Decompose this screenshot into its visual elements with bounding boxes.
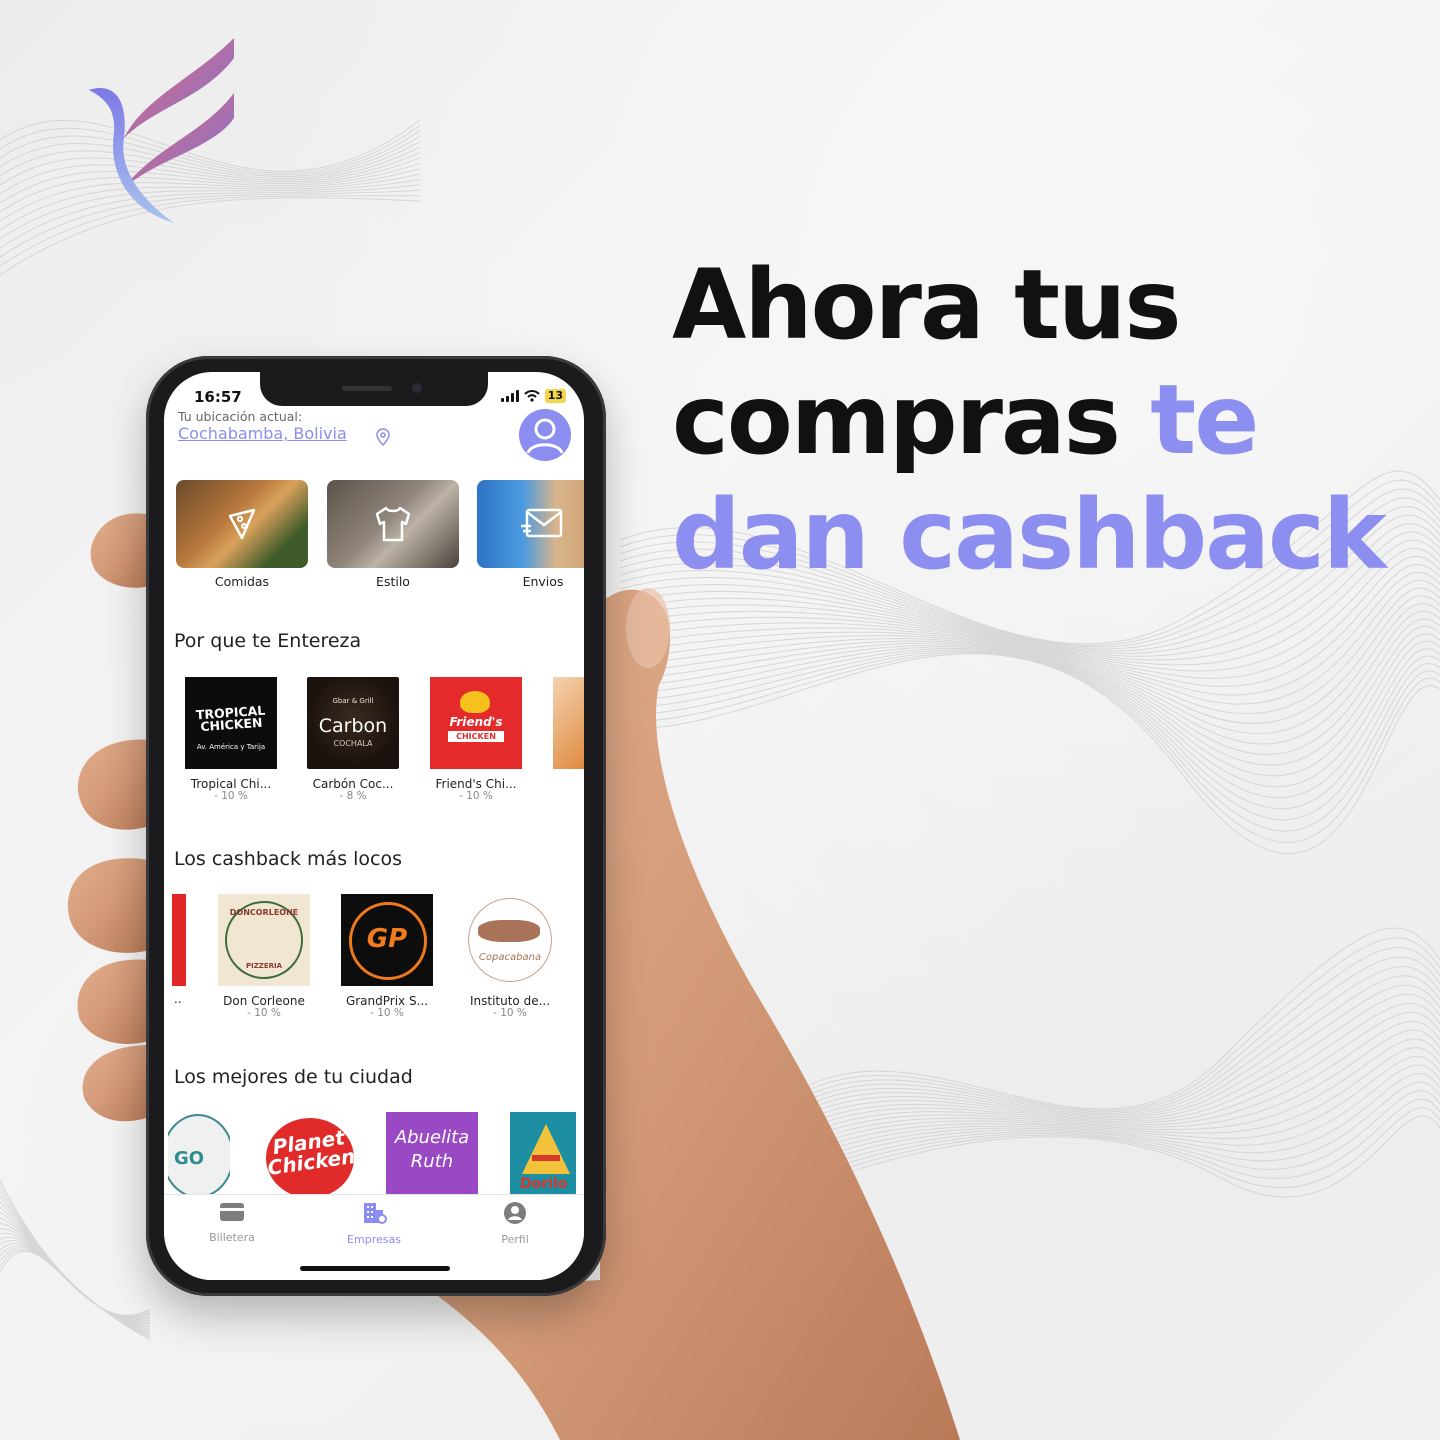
logo-text: PIZZERIA xyxy=(245,962,283,970)
business-card[interactable]: TROPICAL CHICKEN Av. América y Tarija Tr… xyxy=(185,677,277,802)
business-logo: Gbar & Grill Carbon COCHALA xyxy=(307,677,399,769)
logo-text: DONCORLEONE xyxy=(229,908,299,917)
category-image xyxy=(176,480,308,568)
phone-notch xyxy=(260,372,488,406)
business-card[interactable]: Copacabana Instituto de... - 10 % xyxy=(464,894,556,1019)
business-card-partial[interactable] xyxy=(172,894,186,986)
business-discount: - 10 % xyxy=(370,1007,404,1019)
business-card-partial[interactable]: GO xyxy=(168,1114,230,1194)
business-name: Don Corleone xyxy=(223,994,305,1008)
battery-icon: 13 xyxy=(544,389,566,403)
logo-text: Ruth xyxy=(410,1151,454,1172)
logo-text: Abuelita xyxy=(394,1127,470,1148)
business-name: Friend's Chi... xyxy=(435,777,517,791)
category-envios[interactable]: Envios xyxy=(477,480,584,589)
home-indicator[interactable] xyxy=(300,1266,450,1271)
logo-text: Carbon xyxy=(318,715,388,737)
pizza-icon xyxy=(228,508,256,540)
business-discount: - 8 % xyxy=(339,790,367,802)
logo-text: Friend's xyxy=(449,715,503,729)
business-card[interactable]: GP GrandPrix S... - 10 % xyxy=(341,894,433,1019)
section-title-best: Los mejores de tu ciudad xyxy=(174,1066,413,1088)
signal-icon xyxy=(500,390,519,402)
category-label: Envios xyxy=(522,574,564,589)
logo-text: Gbar & Grill xyxy=(332,697,374,705)
business-discount: - 10 % xyxy=(247,1007,281,1019)
business-name: Carbón Coc... xyxy=(312,777,394,791)
buildings-icon xyxy=(364,1203,387,1224)
logo-text: GO xyxy=(174,1148,205,1169)
location-label: Tu ubicación actual: xyxy=(178,409,303,424)
tab-label: Billetera xyxy=(209,1231,255,1244)
category-comidas[interactable]: Comidas xyxy=(176,480,308,589)
tab-perfil[interactable]: Perfil xyxy=(465,1201,565,1246)
phone-screen: 16:57 13 Tu ubicación actual: Cochabamba… xyxy=(164,372,584,1280)
business-card[interactable]: Abuelita Ruth xyxy=(386,1112,478,1194)
location-link[interactable]: Cochabamba, Bolivia xyxy=(178,424,347,443)
tab-label: Empresas xyxy=(347,1233,401,1246)
category-label: Estilo xyxy=(376,574,410,589)
logo-text: COCHALA xyxy=(333,739,373,748)
status-time: 16:57 xyxy=(194,388,242,406)
business-discount: - 10 % xyxy=(493,1007,527,1019)
location-pin-icon[interactable] xyxy=(376,428,390,446)
mail-icon xyxy=(521,508,563,538)
logo-text: CHICKEN xyxy=(448,731,504,742)
tab-label: Perfil xyxy=(501,1233,529,1246)
business-logo: Friend's CHICKEN xyxy=(430,677,522,769)
profile-avatar[interactable] xyxy=(519,409,571,461)
hair-illustration xyxy=(478,920,540,942)
category-label: Comidas xyxy=(214,574,270,589)
status-icons: 13 xyxy=(500,389,566,403)
logo-text: Copacabana xyxy=(478,952,542,963)
business-logo: TROPICAL CHICKEN Av. América y Tarija xyxy=(185,677,277,769)
business-logo: Abuelita Ruth xyxy=(386,1126,478,1174)
business-card[interactable]: Gbar & Grill Carbon COCHALA Carbón Coc..… xyxy=(307,677,399,802)
user-icon xyxy=(526,418,564,454)
section-title-crazy: Los cashback más locos xyxy=(174,848,402,870)
logo-text: Av. América y Tarija xyxy=(196,743,266,751)
section-title-interest: Por que te Entereza xyxy=(174,630,362,652)
speaker xyxy=(342,386,392,391)
logo-text: GP xyxy=(366,924,408,954)
business-card[interactable]: Dorilo xyxy=(510,1112,576,1194)
business-name: Instituto de... xyxy=(469,994,551,1008)
business-card[interactable]: DONCORLEONE PIZZERIA Don Corleone - 10 % xyxy=(218,894,310,1019)
business-name: GrandPrix S... xyxy=(345,994,429,1008)
category-image xyxy=(477,480,584,568)
shirt-icon xyxy=(375,506,411,542)
business-name: Tropical Chi... xyxy=(190,777,272,791)
wifi-icon xyxy=(523,390,540,402)
camera xyxy=(412,383,422,393)
chicken-icon xyxy=(460,691,490,713)
business-logo: Copacabana xyxy=(464,894,556,986)
business-card-partial[interactable] xyxy=(553,677,584,769)
category-estilo[interactable]: Estilo xyxy=(327,480,459,589)
logo-text: Dorilo xyxy=(520,1176,568,1192)
truncation-dots: .. xyxy=(174,992,182,1006)
tab-empresas[interactable]: Empresas xyxy=(324,1201,424,1246)
business-discount: - 10 % xyxy=(214,790,248,802)
business-logo: GP xyxy=(341,894,433,986)
category-image xyxy=(327,480,459,568)
business-discount: - 10 % xyxy=(459,790,493,802)
business-card[interactable]: Planet Chicken xyxy=(262,1114,358,1194)
business-card[interactable]: Friend's CHICKEN Friend's Chi... - 10 % xyxy=(430,677,522,802)
profile-icon xyxy=(504,1202,526,1224)
tab-billetera[interactable]: Billetera xyxy=(182,1201,282,1244)
wallet-icon xyxy=(220,1203,244,1221)
business-logo: DONCORLEONE PIZZERIA xyxy=(218,894,310,986)
